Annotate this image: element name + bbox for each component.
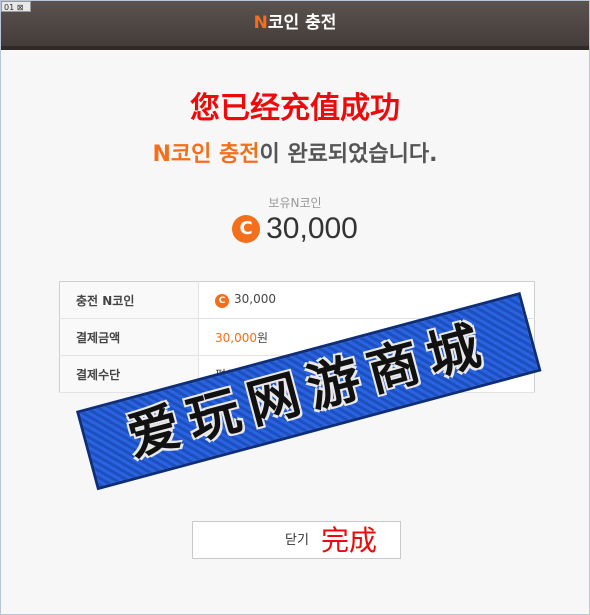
close-button[interactable]: 닫기 完成: [192, 521, 401, 559]
balance-label: 보유N코인: [268, 196, 322, 210]
row-key: 충전 N코인: [59, 281, 199, 319]
payment-unit: 원: [257, 330, 269, 345]
chinese-success-title: 您已经充值成功: [190, 91, 400, 126]
close-button-label: 닫기: [285, 533, 309, 548]
charged-coin-value: 30,000: [234, 292, 276, 306]
popup-window: N코인 충전 01 ⊠ 您已经充值成功 N코인 충전이 완료되었습니다. 보유N…: [0, 0, 590, 615]
coin-icon: C: [215, 294, 229, 308]
close-button-chinese-label: 完成: [321, 524, 378, 557]
balance-amount: 30,000: [266, 212, 358, 245]
coin-icon: C: [232, 215, 261, 243]
completion-highlight: N코인 충전: [152, 142, 260, 167]
corner-tag: 01 ⊠: [1, 1, 31, 12]
payment-amount: 30,000: [215, 330, 257, 345]
header-brand: N: [253, 13, 268, 33]
completion-message: N코인 충전이 완료되었습니다.: [1, 136, 589, 168]
header-title: 코인 충전: [267, 13, 337, 33]
popup-header: N코인 충전: [1, 1, 589, 50]
balance-display: C 30,000: [1, 212, 589, 246]
header-bottom-bar: [1, 46, 589, 50]
completion-rest: 이 완료되었습니다.: [259, 142, 438, 167]
row-key: 결제금액: [59, 318, 199, 356]
